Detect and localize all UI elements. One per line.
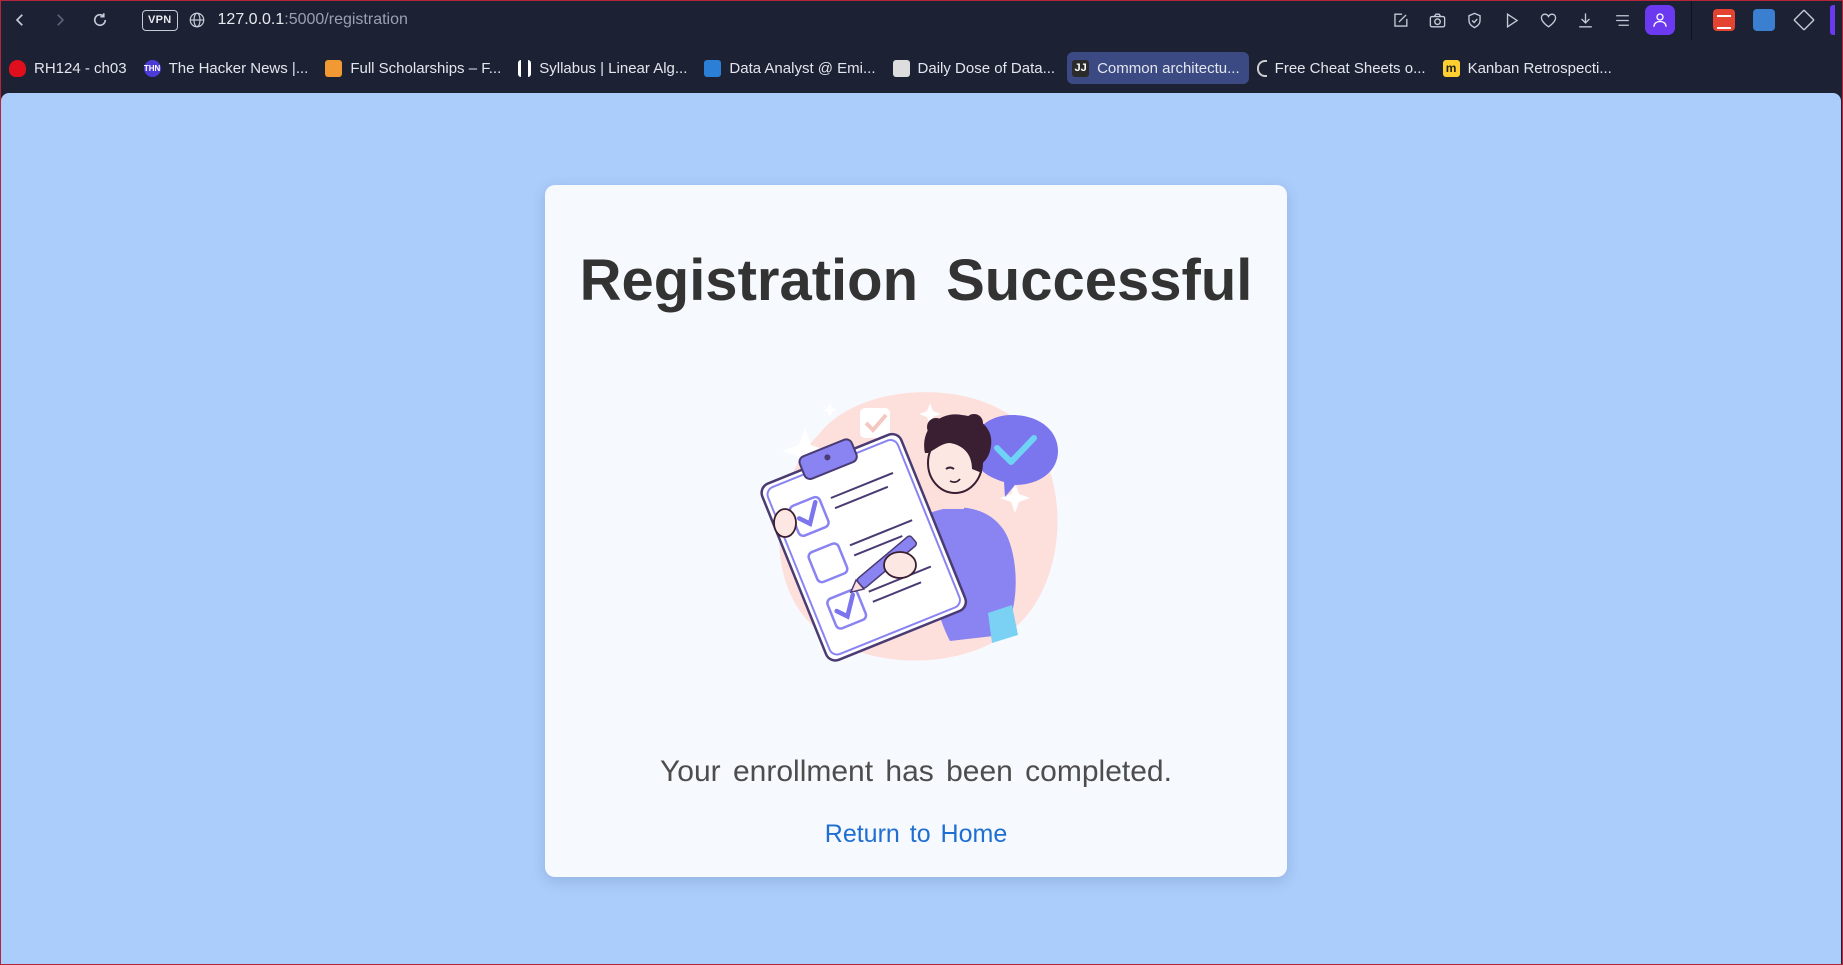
registration-illustration xyxy=(760,392,1058,662)
downloads-button[interactable] xyxy=(1567,0,1604,40)
globe-icon[interactable] xyxy=(188,11,206,29)
play-button[interactable] xyxy=(1493,0,1530,40)
favorites-button[interactable] xyxy=(1530,0,1567,40)
bookmark-label: Kanban Retrospecti... xyxy=(1467,59,1612,77)
bookmark-item[interactable]: Full Scholarships – F... xyxy=(320,52,510,84)
success-message: Your enrollment has been completed. xyxy=(660,755,1172,788)
heart-icon xyxy=(1540,12,1557,28)
film-extension-icon[interactable] xyxy=(1753,9,1775,31)
bookmarks-bar: RH124 - ch03 THN The Hacker News |... Full … xyxy=(0,48,1843,88)
bookmark-item[interactable]: Daily Dose of Data... xyxy=(888,52,1065,84)
bookmark-label: Free Cheat Sheets o... xyxy=(1274,59,1426,77)
cloud-icon xyxy=(325,59,343,77)
url-host: 127.0.0.1 xyxy=(217,11,285,28)
bookmark-label: Syllabus | Linear Alg... xyxy=(539,59,688,77)
page-title: Registration Successful xyxy=(579,248,1253,313)
bookmark-label: Data Analyst @ Emi... xyxy=(729,59,876,77)
menu-icon xyxy=(1616,14,1629,26)
page-viewport: Registration Successful Your enrollment … xyxy=(1,93,1841,964)
sidebar-toggle[interactable] xyxy=(1830,5,1835,35)
camera-icon xyxy=(1429,12,1446,28)
bookmark-item[interactable]: RH124 - ch03 xyxy=(4,52,136,84)
user-icon xyxy=(1653,13,1667,27)
toolbar-divider xyxy=(1691,0,1692,40)
edit-icon xyxy=(1394,12,1408,27)
return-home-link[interactable]: Return to Home xyxy=(545,820,1287,849)
forward-button[interactable] xyxy=(40,0,80,40)
bookmark-item[interactable]: Free Cheat Sheets o... xyxy=(1252,52,1435,84)
reload-icon xyxy=(93,13,107,27)
reload-button[interactable] xyxy=(80,0,120,40)
success-card: Registration Successful Your enrollment … xyxy=(545,185,1287,877)
cube-extension-icon[interactable] xyxy=(1793,9,1815,31)
checkbox-square xyxy=(860,408,890,438)
shield-button[interactable] xyxy=(1456,0,1493,40)
bookmark-item[interactable]: Data Analyst @ Emi... xyxy=(699,52,884,84)
menu-button[interactable] xyxy=(1604,0,1641,40)
bookmark-item[interactable]: m Kanban Retrospecti... xyxy=(1438,52,1621,84)
address-bar[interactable]: 127.0.0.1:5000/registration xyxy=(218,11,408,29)
bookmark-item[interactable]: Syllabus | Linear Alg... xyxy=(513,52,696,84)
vpn-badge[interactable]: VPN xyxy=(142,9,178,31)
edit-button[interactable] xyxy=(1382,0,1419,40)
bookmark-item[interactable]: THN The Hacker News |... xyxy=(139,52,318,84)
camera-button[interactable] xyxy=(1419,0,1456,40)
todoist-extension-icon[interactable] xyxy=(1713,9,1735,31)
profile-button[interactable] xyxy=(1645,5,1675,35)
bookmark-item[interactable]: JJ Common architectu... xyxy=(1067,52,1249,84)
bookmark-label: RH124 - ch03 xyxy=(34,59,127,77)
redhat-icon xyxy=(9,59,26,77)
glass-icon xyxy=(704,59,722,77)
bars-icon xyxy=(518,59,532,77)
thn-icon: THN xyxy=(143,59,161,77)
bookmark-label: Daily Dose of Data... xyxy=(917,59,1056,77)
bookmark-label: Common architectu... xyxy=(1097,59,1240,77)
chevron-right-icon xyxy=(57,14,65,26)
bookmark-label: Full Scholarships – F... xyxy=(350,59,502,77)
image-icon xyxy=(892,59,910,77)
miro-icon: m xyxy=(1442,59,1460,77)
chevron-left-icon xyxy=(15,14,23,26)
browser-toolbar: VPN 127.0.0.1:5000/registration xyxy=(0,0,1843,40)
sparkle-star xyxy=(823,403,837,417)
back-button[interactable] xyxy=(0,0,40,40)
shield-check-icon xyxy=(1468,12,1481,28)
toolbar-actions xyxy=(1382,0,1835,40)
bracket-icon xyxy=(1256,59,1267,77)
person-hand xyxy=(883,551,917,579)
play-icon xyxy=(1506,12,1519,28)
bookmark-label: The Hacker News |... xyxy=(168,59,309,77)
jj-icon: JJ xyxy=(1072,59,1090,77)
url-path: :5000/registration xyxy=(284,11,408,28)
download-icon xyxy=(1579,12,1592,28)
